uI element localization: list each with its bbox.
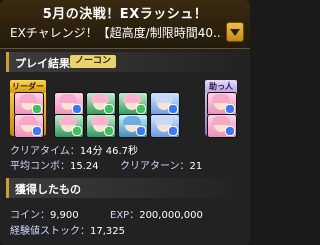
exp-reward: EXP：200,000,000 [110,206,203,221]
card-art [212,94,230,103]
clear-time-label: クリアタイム： [10,146,80,157]
attribute-orb-icon [168,126,178,136]
attribute-orb-icon [72,126,82,136]
play-result-header: プレイ結果 ノーコン [6,52,247,72]
card-art [155,116,173,125]
attribute-orb-icon [72,104,82,114]
clear-time-value: 14分 46.7秒 [79,146,138,157]
rewards-label: 獲得したもの [15,183,81,196]
coin-reward: コイン：9,900 [10,206,79,221]
exp-stock: 経験値ストック：17,325 [10,222,125,237]
assist-card[interactable] [150,114,180,138]
attribute-orb-icon [136,126,146,136]
avg-combo-label: 平均コンボ： [10,161,70,172]
exp-label: EXP： [110,210,140,221]
assist-card[interactable] [207,114,237,138]
assist-card[interactable] [14,114,44,138]
party-member-leader[interactable] [14,92,44,116]
exp-stock-value: 17,325 [90,226,125,237]
card-art [19,116,37,125]
dungeon-name: EXチャレンジ！【超高度/制限時間40... [10,26,222,40]
card-art [59,94,77,103]
rewards-header: 獲得したもの [6,178,247,198]
card-art [19,94,37,103]
clear-turn: クリアターン：21 [120,157,202,172]
attribute-orb-icon [32,104,42,114]
exp-stock-label: 経験値ストック： [10,226,90,237]
attribute-orb-icon [225,126,235,136]
result-panel: 5月の決戦！EXラッシュ！ EXチャレンジ！【超高度/制限時間40... プレイ… [0,0,250,245]
card-art [123,94,141,103]
party-member-m3[interactable] [118,92,148,116]
play-result-label: プレイ結果 [15,57,70,70]
party-member-m2[interactable] [86,92,116,116]
attribute-orb-icon [225,104,235,114]
attribute-orb-icon [32,126,42,136]
attribute-orb-icon [168,104,178,114]
exp-value: 200,000,000 [139,210,203,221]
coin-label: コイン： [10,210,50,221]
event-title: 5月の決戦！EXラッシュ！ [42,7,208,22]
party-display: リーダー 助っ人 [8,80,242,138]
attribute-orb-icon [136,104,146,114]
attribute-orb-icon [104,104,114,114]
card-art [123,116,141,125]
party-member-helper[interactable] [207,92,237,116]
party-member-m1[interactable] [54,92,84,116]
card-art [212,116,230,125]
clear-turn-label: クリアターン： [120,161,190,172]
dropdown-button[interactable] [226,22,244,42]
header: 5月の決戦！EXラッシュ！ EXチャレンジ！【超高度/制限時間40... [0,0,250,49]
no-continue-badge: ノーコン [70,55,117,68]
coin-value: 9,900 [50,210,79,221]
card-art [59,116,77,125]
chevron-down-icon [230,29,240,36]
assist-card[interactable] [118,114,148,138]
card-art [91,116,109,125]
clear-time: クリアタイム：14分 46.7秒 [10,142,138,157]
assist-card[interactable] [86,114,116,138]
clear-turn-value: 21 [189,161,203,172]
avg-combo: 平均コンボ：15.24 [10,157,99,172]
party-member-m4[interactable] [150,92,180,116]
avg-combo-value: 15.24 [70,161,99,172]
attribute-orb-icon [104,126,114,136]
assist-card[interactable] [54,114,84,138]
card-art [91,94,109,103]
card-art [155,94,173,103]
